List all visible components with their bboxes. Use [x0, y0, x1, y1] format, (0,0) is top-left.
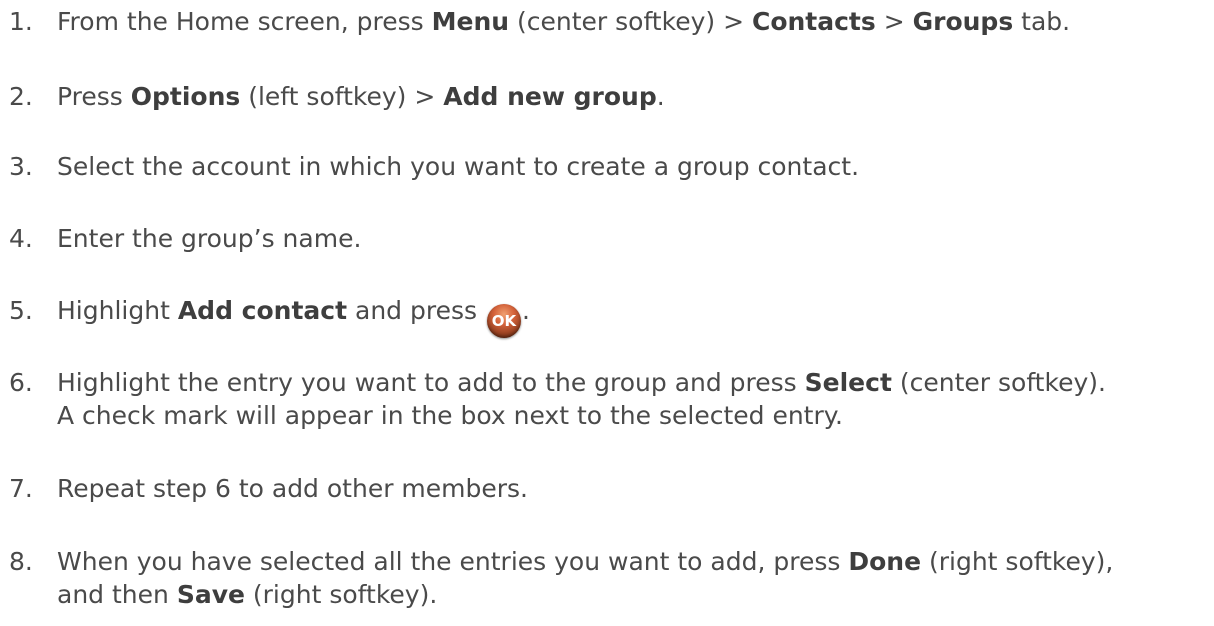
done-keyword: Done — [848, 547, 922, 576]
text-segment: Highlight the entry you want to add to t… — [57, 368, 805, 397]
text-segment: A check mark will appear in the box next… — [57, 401, 843, 430]
step-text-continued: and then Save (right softkey). — [57, 577, 437, 613]
step-text: Enter the group’s name. — [57, 221, 361, 257]
text-segment: (center softkey) > — [509, 7, 752, 36]
text-segment: (center softkey). — [891, 368, 1106, 397]
add-new-group-keyword: Add new group — [443, 82, 657, 111]
text-segment: . — [656, 82, 665, 111]
text-segment: (right softkey). — [244, 580, 438, 609]
text-segment: Select the account in which you want to … — [57, 152, 860, 181]
step-number: 8. — [9, 547, 33, 576]
step-number: 7. — [9, 474, 33, 503]
text-segment: From the Home screen, press — [57, 7, 432, 36]
text-segment: . — [521, 296, 530, 325]
save-keyword: Save — [176, 580, 245, 609]
text-segment: (left softkey) > — [240, 82, 444, 111]
step-text: Repeat step 6 to add other members. — [57, 471, 528, 507]
step-text: Press Options (left softkey) > Add new g… — [57, 79, 665, 115]
text-segment: > — [875, 7, 913, 36]
text-segment: Highlight — [57, 296, 178, 325]
contacts-keyword: Contacts — [751, 7, 876, 36]
text-segment: tab. — [1013, 7, 1071, 36]
step-number: 3. — [9, 152, 33, 181]
step-number: 4. — [9, 224, 33, 253]
step-text: From the Home screen, press Menu (center… — [57, 4, 1070, 40]
ok-button-icon: OK — [486, 304, 521, 338]
groups-keyword: Groups — [912, 7, 1014, 36]
step-text-continued: A check mark will appear in the box next… — [57, 398, 843, 434]
step-number: 6. — [9, 368, 33, 397]
step-number: 2. — [9, 82, 33, 111]
add-contact-keyword: Add contact — [177, 296, 348, 325]
options-keyword: Options — [130, 82, 241, 111]
select-keyword: Select — [804, 368, 892, 397]
text-segment: Repeat step 6 to add other members. — [57, 474, 529, 503]
menu-keyword: Menu — [431, 7, 510, 36]
step-number: 1. — [9, 7, 33, 36]
step-text: Highlight the entry you want to add to t… — [57, 365, 1106, 401]
text-segment: (right softkey), — [921, 547, 1114, 576]
text-segment: When you have selected all the entries y… — [57, 547, 849, 576]
step-text: When you have selected all the entries y… — [57, 544, 1113, 580]
step-number: 5. — [9, 296, 33, 325]
text-segment: and then — [57, 580, 177, 609]
step-text: Highlight Add contact and press OK. — [57, 293, 530, 338]
text-segment: Press — [57, 82, 131, 111]
text-segment: and press — [347, 296, 485, 325]
step-text: Select the account in which you want to … — [57, 149, 859, 185]
text-segment: Enter the group’s name. — [57, 224, 362, 253]
